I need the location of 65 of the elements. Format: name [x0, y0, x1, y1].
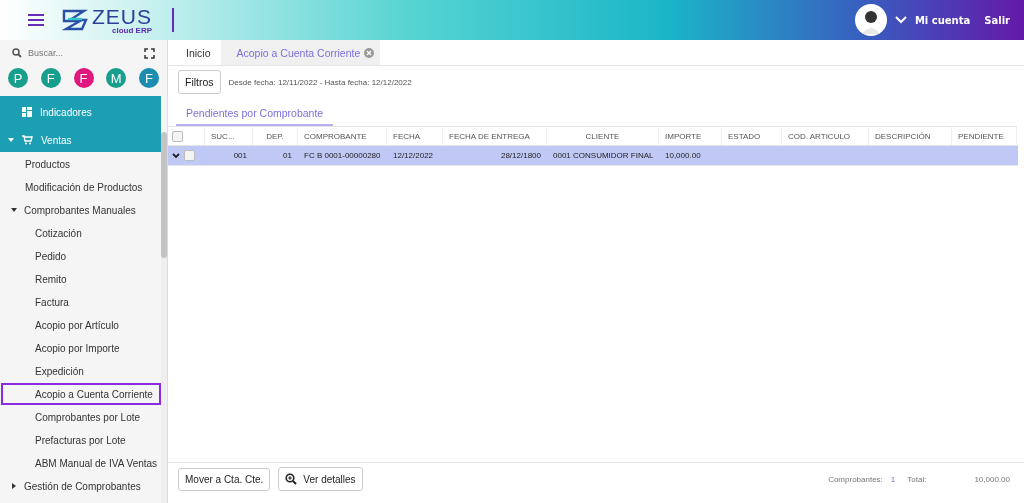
- row-checkbox[interactable]: [184, 150, 195, 161]
- cart-icon: [22, 135, 33, 145]
- column-header[interactable]: COMPROBANTE: [304, 131, 367, 141]
- sidebar-item[interactable]: Acopio por Artículo: [1, 314, 161, 336]
- action-button[interactable]: Ver detalles: [278, 467, 363, 491]
- select-all-checkbox[interactable]: [172, 130, 183, 142]
- column-header[interactable]: PENDIENTE: [958, 131, 1004, 141]
- column-header[interactable]: ESTADO: [728, 131, 761, 141]
- search-icon: [12, 48, 22, 58]
- sidebar-item[interactable]: Productos: [1, 153, 161, 175]
- sidebar-item[interactable]: Comprobantes por Lote: [1, 406, 161, 428]
- search-field[interactable]: Buscar...: [28, 48, 138, 58]
- table-cell: 0001 CONSUMIDOR FINAL: [553, 151, 654, 160]
- column-header[interactable]: FECHA: [393, 131, 421, 141]
- sidebar-item[interactable]: Factura: [1, 291, 161, 313]
- table-cell: 10,000.00: [665, 151, 701, 160]
- column-header[interactable]: DEP.: [266, 131, 284, 141]
- table-cell: 28/12/1800: [500, 151, 541, 160]
- menu-icon[interactable]: [28, 14, 44, 26]
- sidebar-item[interactable]: ABM Manual de IVA Ventas: [1, 452, 161, 474]
- logo-subtitle: cloud ERP: [112, 26, 152, 35]
- dashboard-icon: [22, 107, 32, 117]
- chevron-down-icon[interactable]: [894, 16, 907, 24]
- sidebar-item[interactable]: Pedido: [1, 245, 161, 267]
- close-icon[interactable]: [364, 47, 375, 58]
- filter-summary: Desde fecha: 12/11/2022 - Hasta fecha: 12/12/2022: [228, 77, 412, 87]
- filters-button[interactable]: Filtros: [178, 70, 221, 94]
- sidebar-item[interactable]: Prefacturas por Lote: [1, 429, 161, 451]
- tab[interactable]: Acopio a Cuenta Corriente: [220, 40, 381, 65]
- sidebar-item[interactable]: Expedición: [1, 360, 161, 382]
- total-value: 10,000.00: [974, 474, 1010, 484]
- tab[interactable]: Pendientes por Comprobante: [176, 101, 334, 126]
- shortcut-avatar[interactable]: F: [139, 68, 159, 88]
- sidebar-item[interactable]: Modificación de Productos: [1, 176, 161, 198]
- shortcut-avatar[interactable]: F: [73, 68, 94, 88]
- column-header[interactable]: IMPORTE: [665, 131, 702, 141]
- column-header[interactable]: SUC...: [211, 131, 235, 141]
- tab[interactable]: Inicio: [176, 40, 221, 65]
- account-link[interactable]: Mi cuenta: [914, 14, 971, 26]
- total-label: Total:: [907, 474, 927, 484]
- action-button[interactable]: Mover a Cta. Cte.: [178, 467, 271, 491]
- logout-link[interactable]: Salir: [984, 14, 1010, 26]
- sidebar-item[interactable]: Comprobantes Manuales: [1, 199, 161, 221]
- count-label: Comprobantes:: [828, 474, 883, 484]
- logo-title: ZEUS: [92, 5, 152, 27]
- logo-icon: [62, 9, 88, 31]
- sidebar-item[interactable]: Cotización: [1, 222, 161, 244]
- sidebar-item[interactable]: Remito: [1, 268, 161, 290]
- column-header[interactable]: FECHA DE ENTREGA: [449, 131, 530, 141]
- table-cell: FC B 0001-00000280: [304, 151, 381, 160]
- expand-icon[interactable]: [172, 152, 180, 159]
- sidebar-item[interactable]: Acopio por Importe: [1, 337, 161, 359]
- table-row[interactable]: 001 01 FC B 0001-00000280 12/12/2022 28/12/1800 0001 CONSUMIDOR FINAL 10,000.00: [168, 146, 1018, 166]
- column-header[interactable]: DESCRIPCIÓN: [875, 131, 931, 141]
- table-cell: 12/12/2022: [393, 151, 434, 160]
- avatar-icon[interactable]: [854, 4, 887, 36]
- table-cell: 01: [283, 151, 292, 160]
- sidebar-item[interactable]: Gestión de Comprobantes: [1, 475, 161, 497]
- column-header[interactable]: CLIENTE: [585, 131, 620, 141]
- column-header[interactable]: COD. ARTICULO: [788, 131, 851, 141]
- sidebar-item[interactable]: Acopio a Cuenta Corriente: [1, 383, 161, 405]
- zoom-in-icon: [285, 473, 298, 485]
- table-cell: 001: [233, 151, 247, 160]
- fullscreen-icon[interactable]: [144, 47, 155, 59]
- count-value: 1: [890, 474, 896, 484]
